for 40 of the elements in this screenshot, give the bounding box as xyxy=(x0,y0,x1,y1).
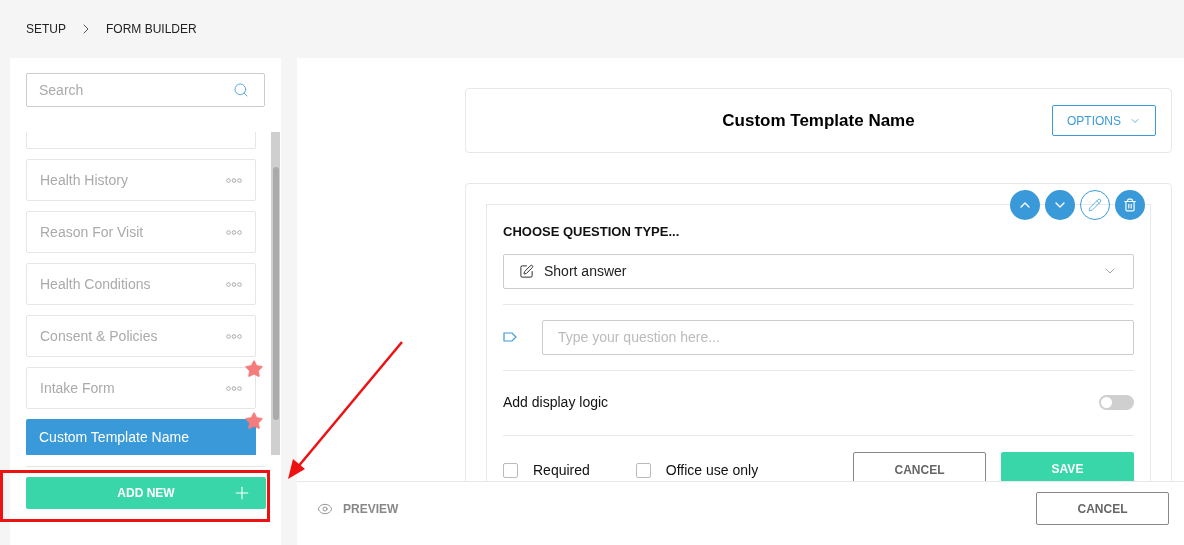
checkbox-label: Office use only xyxy=(665,460,759,480)
search-field[interactable]: Search xyxy=(26,73,265,107)
sidebar-item[interactable]: Health Conditions xyxy=(26,263,256,305)
save-button[interactable]: SAVE xyxy=(1001,451,1134,481)
more-icon[interactable] xyxy=(226,177,242,183)
sidebar-item[interactable]: Consent & Policies xyxy=(26,315,256,357)
preview-button[interactable]: PREVIEW xyxy=(317,499,399,518)
trash-icon xyxy=(1123,198,1137,212)
more-icon[interactable] xyxy=(226,229,242,235)
display-logic-toggle[interactable] xyxy=(1099,395,1134,410)
section-heading: CHOOSE QUESTION TYPE... xyxy=(503,223,680,241)
sidebar-item[interactable]: Intake Form xyxy=(26,367,256,409)
more-icon[interactable] xyxy=(226,385,242,391)
move-up-button[interactable] xyxy=(1010,190,1040,220)
search-icon xyxy=(233,82,249,98)
cancel-button[interactable]: CANCEL xyxy=(853,451,986,481)
breadcrumb-item[interactable]: FORM BUILDER xyxy=(106,20,197,38)
pencil-icon xyxy=(1088,198,1102,212)
more-icon[interactable] xyxy=(226,281,242,287)
checkbox-label: Required xyxy=(533,460,590,480)
question-type-dropdown[interactable]: Short answer xyxy=(503,253,1134,289)
options-button[interactable]: OPTIONS xyxy=(1052,105,1156,136)
scrollbar[interactable] xyxy=(271,132,280,455)
cancel-button[interactable]: CANCEL xyxy=(1036,492,1169,525)
more-icon[interactable] xyxy=(226,333,242,339)
display-logic-label: Add display logic xyxy=(503,393,609,412)
add-new-button[interactable]: ADD NEW xyxy=(26,477,266,509)
delete-button[interactable] xyxy=(1115,190,1145,220)
tag-icon xyxy=(503,332,517,342)
question-field[interactable]: Type your question here... xyxy=(542,319,1134,355)
sidebar-item[interactable]: Custom Template Name xyxy=(26,419,256,455)
template-title: Custom Template Name xyxy=(722,109,915,132)
sidebar-item[interactable]: Health History xyxy=(26,159,256,201)
move-down-button[interactable] xyxy=(1045,190,1075,220)
edit-icon xyxy=(519,263,534,279)
checkbox[interactable] xyxy=(503,462,518,478)
sidebar-item[interactable] xyxy=(26,132,256,149)
checkbox[interactable] xyxy=(635,462,651,478)
breadcrumb-item[interactable]: SETUP xyxy=(26,20,66,38)
sidebar-item[interactable]: Reason For Visit xyxy=(26,211,256,253)
